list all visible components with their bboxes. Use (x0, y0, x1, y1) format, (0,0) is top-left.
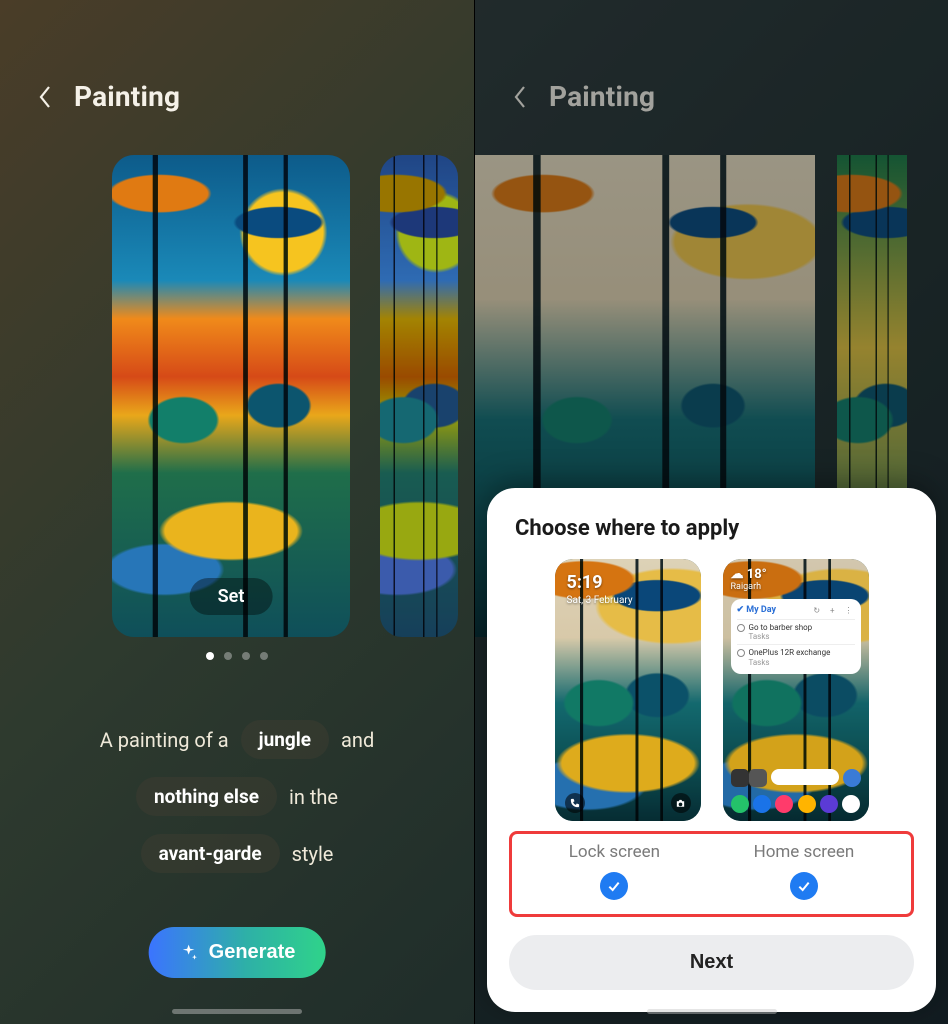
prompt-builder: A painting of a jungle and nothing else … (0, 720, 474, 873)
next-button[interactable]: Next (509, 935, 914, 990)
wallpaper-preview-image (380, 155, 458, 637)
dot[interactable] (224, 652, 232, 660)
checkmark-icon[interactable] (790, 872, 818, 900)
wallpaper-card-peek[interactable] (380, 155, 458, 637)
home-screen-thumbnail[interactable]: ☁ 18° Raigarh ✔ My Day ↻ + ⋮ Go to barbe… (723, 559, 869, 821)
right-pane: Painting Generate Choose where to apply … (474, 0, 948, 1024)
wallpaper-card-main[interactable]: Set (112, 155, 350, 637)
left-pane: Painting Set A painting of a jungle and … (0, 0, 474, 1024)
apply-options-highlight: Lock screen Home screen (509, 831, 914, 917)
option-label: Lock screen (569, 842, 660, 862)
home-indicator[interactable] (647, 1009, 777, 1014)
dot[interactable] (206, 652, 214, 660)
chip-subject[interactable]: jungle (241, 720, 329, 759)
lock-clock-overlay: 5:19 Sat, 3 February (567, 571, 633, 607)
wallpaper-preview-image (112, 155, 350, 637)
option-label: Home screen (754, 842, 855, 862)
prompt-text: in the (289, 785, 338, 809)
apply-sheet: Choose where to apply 5:19 Sat, 3 Februa… (487, 488, 936, 1012)
phone-icon (565, 793, 585, 813)
search-pill (771, 769, 839, 785)
apply-thumbnails: 5:19 Sat, 3 February ☁ 18° Raigarh (509, 559, 914, 821)
chip-modifier[interactable]: nothing else (136, 777, 277, 816)
wallpaper-carousel[interactable]: Set (112, 155, 474, 637)
camera-icon (671, 793, 691, 813)
dot[interactable] (242, 652, 250, 660)
checkmark-icon[interactable] (600, 872, 628, 900)
generate-label: Generate (209, 941, 296, 964)
carousel-dots (0, 652, 474, 660)
dot[interactable] (260, 652, 268, 660)
prompt-text: A painting of a (100, 728, 229, 752)
home-dock (731, 795, 861, 813)
chip-style[interactable]: avant-garde (141, 834, 280, 873)
set-button[interactable]: Set (190, 578, 273, 615)
prompt-text: style (292, 842, 334, 866)
home-row (731, 769, 861, 787)
page-title: Painting (74, 80, 180, 113)
option-home-screen[interactable]: Home screen (754, 842, 855, 900)
lock-screen-thumbnail[interactable]: 5:19 Sat, 3 February (555, 559, 701, 821)
header: Painting (0, 0, 474, 113)
prompt-text: and (341, 728, 374, 752)
home-indicator[interactable] (172, 1009, 302, 1014)
weather-widget: ☁ 18° Raigarh (731, 567, 767, 592)
generate-button[interactable]: Generate (149, 927, 326, 978)
back-button[interactable] (34, 86, 56, 108)
sparkle-icon (179, 943, 199, 963)
lock-shortcut-icons (555, 793, 701, 813)
tasks-widget: ✔ My Day ↻ + ⋮ Go to barber shopTasks On… (731, 599, 861, 674)
sheet-title: Choose where to apply (515, 516, 908, 541)
option-lock-screen[interactable]: Lock screen (569, 842, 660, 900)
